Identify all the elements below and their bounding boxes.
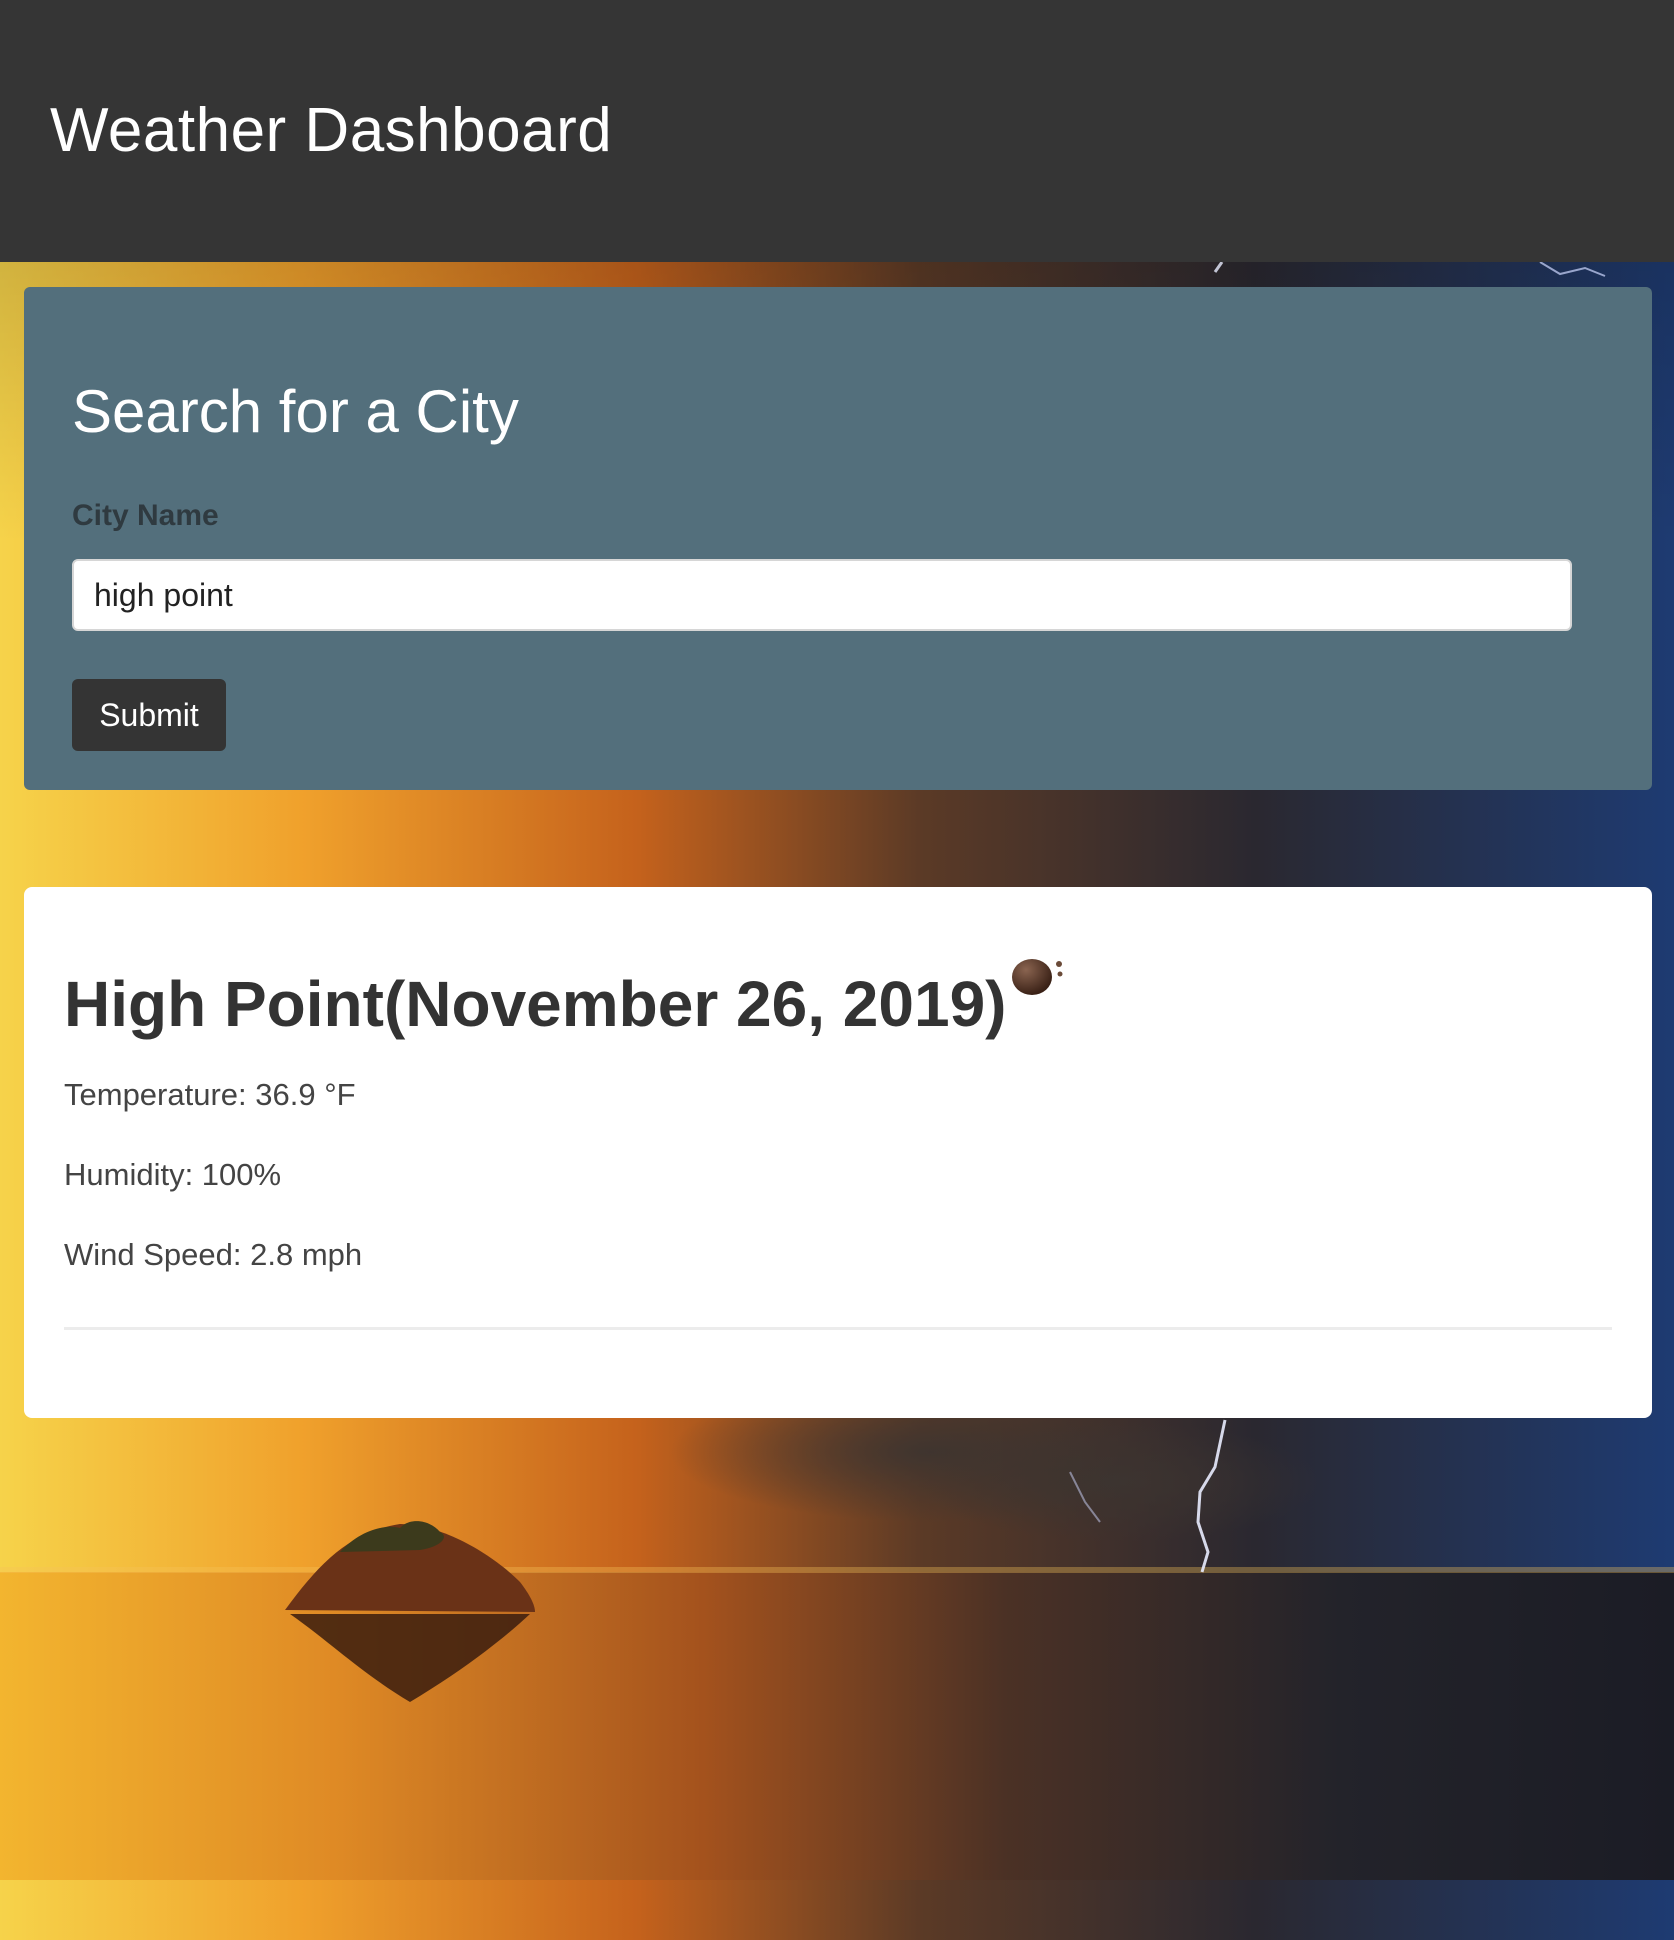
humidity-text: Humidity: 100% (64, 1157, 282, 1192)
temperature-text: Temperature: 36.9 °F (64, 1077, 356, 1112)
submit-button[interactable]: Submit (72, 679, 226, 751)
city-name-label: City Name (72, 499, 219, 532)
search-panel: Search for a City City Name Submit (24, 287, 1652, 790)
page: Weather Dashboard Search for a City City… (0, 0, 1674, 1940)
search-title: Search for a City (72, 378, 519, 445)
city-date-heading: High Point(November 26, 2019) (64, 968, 1007, 1040)
weather-condition-icon (1008, 949, 1068, 999)
current-weather-card: High Point(November 26, 2019) Temperatur… (24, 887, 1652, 1418)
app-header: Weather Dashboard (0, 0, 1674, 262)
wind-speed-text: Wind Speed: 2.8 mph (64, 1237, 363, 1272)
card-divider (64, 1327, 1612, 1330)
app-title: Weather Dashboard (50, 96, 613, 165)
city-name-input[interactable] (72, 559, 1572, 631)
